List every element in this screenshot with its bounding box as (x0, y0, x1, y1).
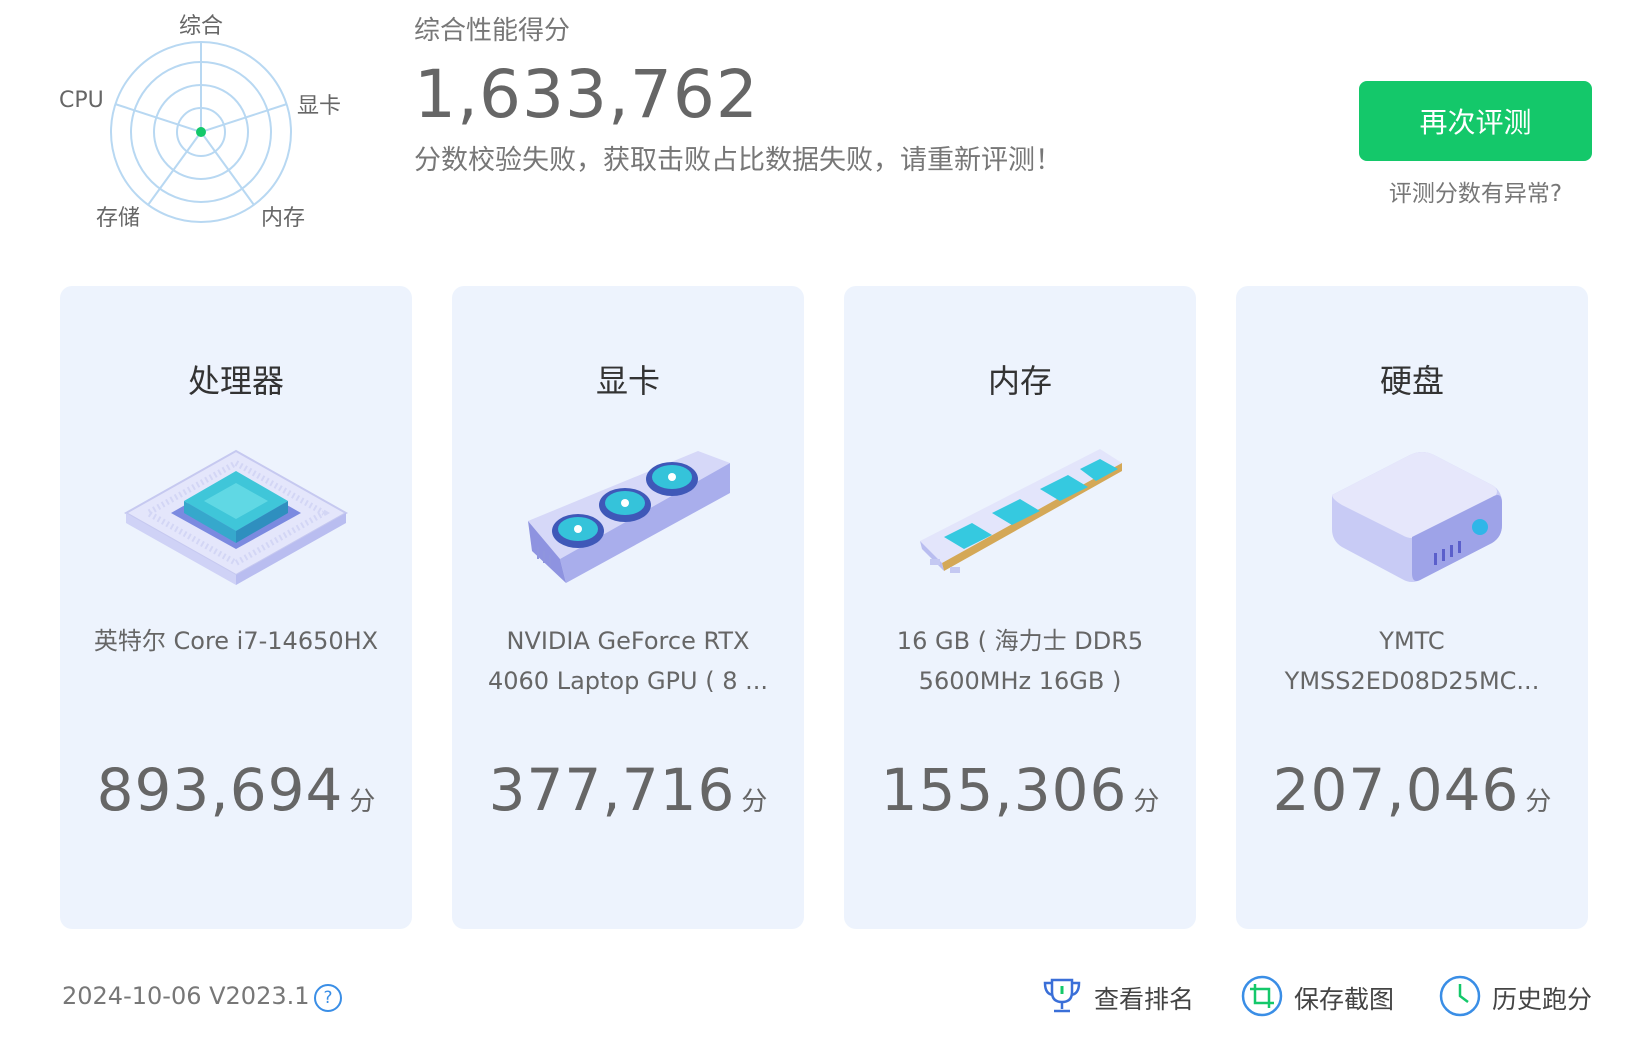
disk-score: 207,046 分 (1236, 756, 1588, 824)
trophy-icon (1040, 974, 1084, 1022)
cpu-card[interactable]: 处理器 英特尔 Core i7-14650HX 893,694 分 (60, 286, 412, 929)
score-value: 155,306 (880, 756, 1128, 824)
memory-card[interactable]: 内存 16 GB ( 海力士 DDR5 5600MHz 16GB ) 155,3… (844, 286, 1196, 929)
score-unit: 分 (349, 787, 376, 817)
help-icon[interactable]: ? (314, 984, 342, 1012)
clock-icon (1438, 974, 1482, 1022)
card-title: 处理器 (187, 362, 284, 400)
score-value: 207,046 (1272, 756, 1520, 824)
gpu-score: 377,716 分 (452, 756, 804, 824)
score-value: 893,694 (96, 756, 344, 824)
radar-label-memory: 内存 (261, 206, 306, 231)
card-title: 显卡 (595, 362, 660, 400)
score-value: 377,716 (488, 756, 736, 824)
radar-chart: 综合 CPU 显卡 存储 内存 (40, 0, 380, 250)
card-title: 内存 (987, 362, 1052, 400)
view-ranking-label: 查看排名 (1094, 985, 1195, 1014)
cpu-model: 英特尔 Core i7-14650HX (93, 627, 379, 655)
summary-message: 分数校验失败，获取击败占比数据失败，请重新评测！ (414, 145, 1062, 177)
cpu-score: 893,694 分 (60, 756, 412, 824)
score-abnormal-link[interactable]: 评测分数有异常? (1359, 174, 1592, 208)
radar-label-storage: 存储 (96, 206, 141, 231)
summary-section: 综合性能得分 1,633,762 分数校验失败，获取击败占比数据失败，请重新评测… (414, 10, 1062, 177)
benchmark-result-page: 综合 CPU 显卡 存储 内存 综合性能得分 1,633,762 分数校验失败，… (0, 0, 1639, 1059)
crop-icon (1240, 974, 1284, 1022)
card-title: 硬盘 (1379, 362, 1444, 400)
score-unit: 分 (741, 787, 768, 817)
save-screenshot-button[interactable]: 保存截图 (1240, 974, 1395, 1022)
memory-model: 16 GB ( 海力士 DDR5 5600MHz 16GB ) (896, 627, 1144, 695)
history-scores-button[interactable]: 历史跑分 (1438, 974, 1593, 1022)
graphics-card-icon (508, 441, 748, 595)
cpu-chip-icon (116, 441, 356, 595)
disk-card[interactable]: 硬盘 YMTC YMSS2ED08D25MC... 207,046 分 (1236, 286, 1588, 929)
summary-title: 综合性能得分 (414, 16, 571, 46)
version-info: 2024-10-06 V2023.1 (62, 982, 310, 1010)
memory-score: 155,306 分 (844, 756, 1196, 824)
radar-label-cpu: CPU (59, 88, 104, 113)
radar-label-overall: 综合 (179, 14, 224, 39)
gpu-model: NVIDIA GeForce RTX 4060 Laptop GPU ( 8 .… (487, 627, 769, 695)
save-screenshot-label: 保存截图 (1294, 985, 1395, 1014)
memory-stick-icon (900, 441, 1140, 595)
retest-button[interactable]: 再次评测 (1359, 81, 1592, 161)
view-ranking-button[interactable]: 查看排名 (1040, 976, 1194, 1020)
score-unit: 分 (1525, 787, 1552, 817)
total-score: 1,633,762 (414, 56, 759, 133)
hard-drive-icon (1292, 441, 1532, 595)
history-scores-label: 历史跑分 (1492, 985, 1593, 1014)
disk-model: YMTC YMSS2ED08D25MC... (1284, 627, 1540, 695)
gpu-card[interactable]: 显卡 NVIDIA GeForce RTX 4060 Laptop GPU (… (452, 286, 804, 929)
radar-label-gpu: 显卡 (297, 94, 342, 119)
radar-point (196, 127, 206, 137)
score-unit: 分 (1133, 787, 1160, 817)
